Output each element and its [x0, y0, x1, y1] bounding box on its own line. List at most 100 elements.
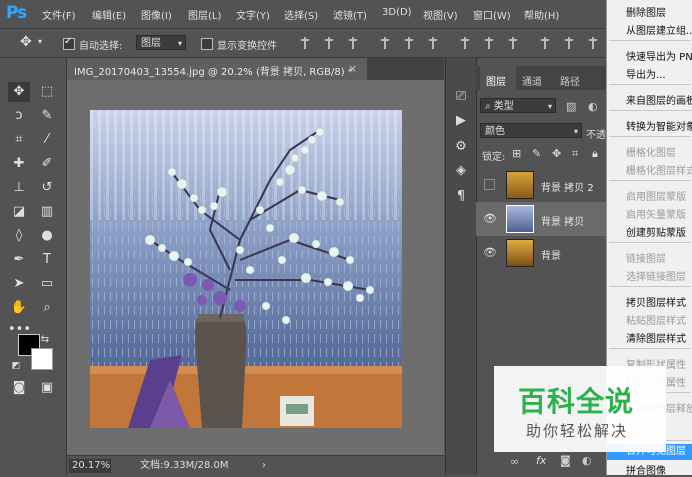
brush-tool-icon[interactable]: ✐: [36, 154, 58, 174]
distribute-hcenter-icon[interactable]: [564, 37, 574, 49]
paragraph-panel-icon[interactable]: ¶: [452, 188, 470, 206]
visibility-toggle-off[interactable]: [484, 179, 495, 190]
lasso-tool-icon[interactable]: ↄ: [8, 106, 30, 126]
hand-tool-icon[interactable]: ✋: [8, 298, 30, 318]
menu-item-convert-smart-object[interactable]: 转换为智能对象: [626, 118, 692, 133]
tab-channels[interactable]: 通道: [522, 73, 542, 88]
move-tool-preset-icon[interactable]: ✥: [20, 34, 32, 50]
collapsed-panels-dock: ⎚ ▶ ⚙ ◈ ¶: [445, 58, 476, 475]
link-layers-icon[interactable]: ∞: [510, 455, 519, 468]
menu-type[interactable]: 文字(Y): [236, 7, 270, 22]
zoom-tool-icon[interactable]: ⌕: [36, 298, 58, 318]
document-image[interactable]: [90, 110, 402, 428]
menu-separator: [609, 110, 691, 111]
menu-help[interactable]: 帮助(H): [524, 7, 559, 22]
layer-thumbnail: [506, 171, 534, 199]
menu-view[interactable]: 视图(V): [423, 7, 458, 22]
menu-item-create-clipping-mask[interactable]: 创建剪贴蒙版: [626, 224, 686, 239]
menu-filter[interactable]: 滤镜(T): [333, 7, 367, 22]
menu-item-artboard-from-layers[interactable]: 来自图层的画板: [626, 92, 692, 107]
filter-image-icon[interactable]: ▨: [566, 100, 576, 113]
gradient-tool-icon[interactable]: ▥: [36, 202, 58, 222]
layer-row[interactable]: 👁︎ 背景: [476, 236, 612, 270]
adjustment-layer-icon[interactable]: ◐: [582, 454, 592, 467]
eyedropper-tool-icon[interactable]: ⁄: [36, 130, 58, 150]
menu-file[interactable]: 文件(F): [42, 7, 76, 22]
menu-item-clear-layer-style[interactable]: 清除图层样式: [626, 330, 686, 345]
lock-pixels-icon[interactable]: ✎: [532, 147, 541, 160]
distribute-right-icon[interactable]: [588, 37, 598, 49]
lock-position-icon[interactable]: ✥: [552, 147, 561, 160]
healing-brush-tool-icon[interactable]: ✚: [8, 154, 30, 174]
tab-layers[interactable]: 图层: [486, 73, 506, 88]
distribute-bottom-icon[interactable]: [508, 37, 518, 49]
adjustments-panel-icon[interactable]: ◈: [452, 162, 470, 180]
close-icon[interactable]: ×: [348, 62, 357, 75]
menu-3d[interactable]: 3D(D): [382, 7, 412, 18]
blur-tool-icon[interactable]: ◊: [8, 226, 30, 246]
properties-panel-icon[interactable]: ⚙: [452, 138, 470, 156]
layer-filter-dropdown[interactable]: ⌕ 类型 ▾: [480, 98, 556, 113]
background-color-swatch[interactable]: [31, 348, 53, 370]
marquee-tool-icon[interactable]: ⬚: [36, 82, 58, 102]
show-transform-checkbox[interactable]: [201, 38, 213, 50]
menu-item-enable-vector-mask: 启用矢量蒙版: [626, 210, 686, 221]
menu-item-export-as[interactable]: 导出为...: [626, 66, 666, 81]
menu-item-group-from-layers[interactable]: 从图层建立组...: [626, 22, 692, 37]
align-hcenter-icon[interactable]: [404, 37, 414, 49]
actions-panel-icon[interactable]: ▶: [452, 112, 470, 130]
menu-edit[interactable]: 编辑(E): [92, 7, 126, 22]
blend-mode-dropdown[interactable]: 颜色 ▾: [480, 123, 582, 138]
menu-item-copy-layer-style[interactable]: 拷贝图层样式: [626, 294, 686, 309]
distribute-vcenter-icon[interactable]: [484, 37, 494, 49]
layer-row[interactable]: 背景 拷贝 2: [476, 168, 612, 202]
distribute-top-icon[interactable]: [460, 37, 470, 49]
menu-image[interactable]: 图像(I): [141, 7, 172, 22]
lock-artboard-icon[interactable]: ⌗: [572, 147, 578, 161]
chevron-down-icon: ▾: [547, 102, 552, 111]
eraser-tool-icon[interactable]: ◪: [8, 202, 30, 222]
quick-mask-icon[interactable]: ◙: [8, 378, 30, 398]
menu-item-enable-layer-mask: 启用图层蒙版: [626, 192, 686, 203]
add-mask-icon[interactable]: ◙: [560, 454, 571, 467]
menu-item-delete-layer[interactable]: 删除图层: [626, 4, 666, 19]
type-tool-icon[interactable]: T: [36, 250, 58, 270]
menu-layer[interactable]: 图层(L): [188, 7, 221, 22]
history-brush-tool-icon[interactable]: ↺: [36, 178, 58, 198]
layer-style-fx-button[interactable]: fx: [536, 454, 546, 467]
auto-select-target-dropdown[interactable]: 图层 ▾: [136, 35, 186, 50]
dodge-tool-icon[interactable]: ●: [36, 226, 58, 246]
auto-select-checkbox[interactable]: [63, 36, 75, 50]
menu-window[interactable]: 窗口(W): [473, 7, 511, 22]
menu-item-quick-export[interactable]: 快速导出为 PN: [626, 48, 692, 63]
layer-row[interactable]: 👁︎ 背景 拷贝: [476, 202, 612, 236]
default-colors-icon[interactable]: ◩: [10, 356, 22, 376]
lock-all-icon[interactable]: 🔒︎: [592, 147, 598, 161]
eye-icon[interactable]: 👁︎: [483, 246, 497, 259]
screen-mode-icon[interactable]: ▣: [36, 378, 58, 398]
align-left-icon[interactable]: [380, 37, 390, 49]
move-tool-icon[interactable]: ✥: [8, 82, 30, 102]
align-top-icon[interactable]: [300, 37, 310, 49]
tab-paths[interactable]: 路径: [560, 73, 580, 88]
zoom-level[interactable]: 20.17%: [69, 459, 111, 473]
align-vcenter-icon[interactable]: [324, 37, 334, 49]
filter-adjust-icon[interactable]: ◐: [588, 100, 598, 113]
status-menu-arrow[interactable]: ›: [259, 459, 269, 473]
distribute-left-icon[interactable]: [540, 37, 550, 49]
clone-stamp-tool-icon[interactable]: ⊥: [8, 178, 30, 198]
chevron-down-icon[interactable]: ▾: [38, 37, 42, 46]
path-select-tool-icon[interactable]: ➤: [8, 274, 30, 294]
history-panel-icon[interactable]: ⎚: [452, 88, 470, 106]
lock-transparent-icon[interactable]: ⊞: [512, 147, 521, 160]
align-bottom-icon[interactable]: [348, 37, 358, 49]
pen-tool-icon[interactable]: ✒: [8, 250, 30, 270]
quick-select-tool-icon[interactable]: ✎: [36, 106, 58, 126]
eye-icon[interactable]: 👁︎: [483, 212, 497, 225]
swap-colors-icon[interactable]: ⇆: [38, 330, 52, 350]
menu-separator: [609, 286, 691, 287]
crop-tool-icon[interactable]: ⌗: [8, 130, 30, 150]
menu-select[interactable]: 选择(S): [284, 7, 318, 22]
rectangle-tool-icon[interactable]: ▭: [36, 274, 58, 294]
align-right-icon[interactable]: [428, 37, 438, 49]
